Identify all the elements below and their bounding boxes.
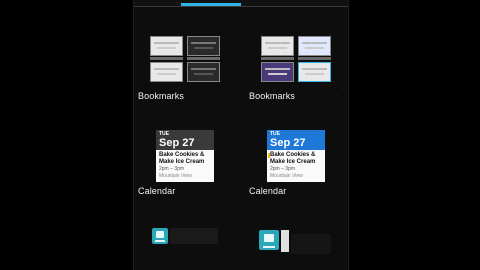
bookmark-caption bbox=[261, 57, 294, 60]
event-location: Mountain View bbox=[270, 173, 303, 179]
calendar-event: Bake Cookies & Make Ice Cream 2pm – 3pm … bbox=[267, 150, 325, 182]
bookmark-thumbnail bbox=[298, 36, 331, 56]
event-title: Make Ice Cream bbox=[159, 159, 205, 165]
widget-bookmarks-2[interactable]: Bookmarks · · bbox=[245, 30, 345, 105]
event-title: Bake Cookies & bbox=[270, 152, 316, 158]
event-location: Mountain View bbox=[159, 173, 192, 179]
widget-app-1[interactable] bbox=[134, 222, 234, 270]
bookmark-thumbnail bbox=[298, 62, 331, 82]
bookmark-caption bbox=[150, 57, 183, 60]
event-time: 2pm – 3pm bbox=[159, 166, 185, 172]
widget-dims: · · bbox=[330, 188, 339, 194]
widget-label: Calendar bbox=[249, 186, 287, 196]
widget-calendar-1[interactable]: TUE Sep 27 Bake Cookies & Make Ice Cream… bbox=[134, 128, 234, 200]
calendar-widget: TUE Sep 27 Bake Cookies & Make Ice Cream… bbox=[267, 130, 325, 182]
app-widget-strip bbox=[170, 228, 218, 244]
event-color-dot bbox=[268, 153, 270, 158]
widget-dims: · · bbox=[330, 93, 339, 99]
bookmark-thumbnail bbox=[261, 62, 294, 82]
calendar-header: TUE Sep 27 bbox=[156, 130, 214, 150]
app-widget-strip bbox=[281, 230, 289, 252]
bookmark-thumbnail bbox=[187, 62, 220, 82]
bookmarks-preview bbox=[261, 36, 333, 82]
app-widget-icon bbox=[152, 228, 168, 244]
calendar-date: Sep 27 bbox=[270, 137, 306, 149]
bookmark-caption bbox=[298, 57, 331, 60]
widget-tab-bar bbox=[134, 0, 348, 7]
app-widget-strip bbox=[291, 234, 331, 254]
event-title: Make Ice Cream bbox=[270, 159, 316, 165]
calendar-widget: TUE Sep 27 Bake Cookies & Make Ice Cream… bbox=[156, 130, 214, 182]
app-widget-icon bbox=[259, 230, 279, 250]
bookmark-thumbnail bbox=[261, 36, 294, 56]
calendar-header: TUE Sep 27 bbox=[267, 130, 325, 150]
widget-picker: Bookmarks · · Bookmarks · · TUE Sep 27 B… bbox=[133, 0, 349, 270]
bookmark-caption bbox=[187, 57, 220, 60]
widget-app-2[interactable] bbox=[245, 222, 345, 270]
bookmark-thumbnail bbox=[150, 36, 183, 56]
calendar-date: Sep 27 bbox=[159, 137, 195, 149]
widget-dims: · · bbox=[219, 188, 228, 194]
bookmark-thumbnail bbox=[187, 36, 220, 56]
event-title: Bake Cookies & bbox=[159, 152, 205, 158]
app-widget-preview bbox=[152, 228, 222, 252]
widget-calendar-2[interactable]: TUE Sep 27 Bake Cookies & Make Ice Cream… bbox=[245, 128, 345, 200]
widget-label: Bookmarks bbox=[249, 91, 295, 101]
tab-indicator bbox=[181, 3, 241, 6]
app-widget-preview bbox=[259, 228, 331, 254]
event-time: 2pm – 3pm bbox=[270, 166, 296, 172]
bookmarks-preview bbox=[150, 36, 222, 82]
widget-bookmarks-1[interactable]: Bookmarks · · bbox=[134, 30, 234, 105]
widget-dims: · · bbox=[219, 93, 228, 99]
screen-background: Bookmarks · · Bookmarks · · TUE Sep 27 B… bbox=[0, 0, 480, 270]
widget-label: Calendar bbox=[138, 186, 176, 196]
bookmark-thumbnail bbox=[150, 62, 183, 82]
calendar-event: Bake Cookies & Make Ice Cream 2pm – 3pm … bbox=[156, 150, 214, 182]
widget-label: Bookmarks bbox=[138, 91, 184, 101]
